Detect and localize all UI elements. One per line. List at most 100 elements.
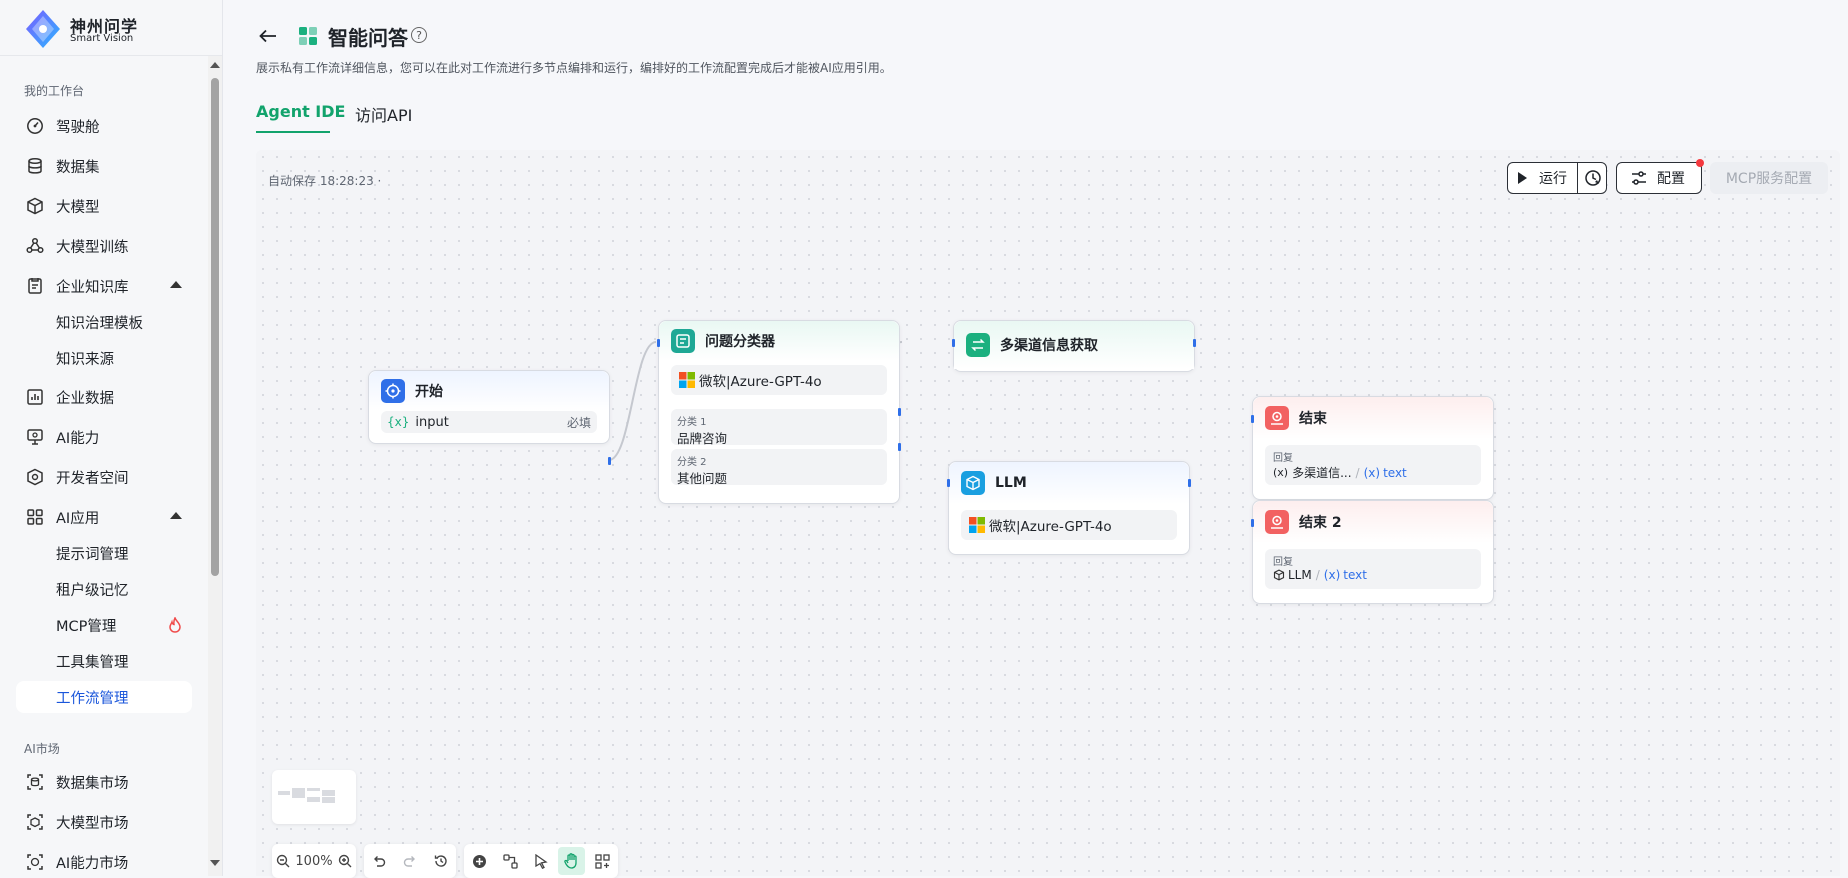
sidebar-item-enterprise-data[interactable]: 企业数据 xyxy=(16,381,192,413)
sidebar-item-knowledge-base[interactable]: 企业知识库 xyxy=(16,270,192,302)
play-icon xyxy=(1518,172,1527,184)
redo-button[interactable] xyxy=(397,847,424,875)
back-button[interactable] xyxy=(256,24,280,48)
sidebar-item-ai-apps[interactable]: AI应用 xyxy=(16,501,192,533)
class-2[interactable]: 分类 2 其他问题 xyxy=(671,449,887,486)
sidebar-scroll-thumb[interactable] xyxy=(211,78,219,576)
training-icon xyxy=(24,235,46,257)
sidebar-item-label: MCP管理 xyxy=(56,618,117,635)
tab-access-api[interactable]: 访问API xyxy=(355,102,412,126)
sidebar-item-dataset-market[interactable]: 数据集市场 xyxy=(16,766,192,798)
pointer-mode-button[interactable] xyxy=(528,847,555,875)
node-multi-channel-retrieval[interactable]: 多渠道信息获取 xyxy=(952,320,1196,372)
knowledge-icon xyxy=(24,275,46,297)
canvas-tools xyxy=(464,844,618,878)
reply-field[interactable]: 回复 LLM / (x) text xyxy=(1265,549,1481,589)
sidebar-item-tenant-memory[interactable]: 租户级记忆 xyxy=(16,573,192,605)
workflow-app-icon xyxy=(299,27,317,45)
class-1[interactable]: 分类 1 品牌咨询 xyxy=(671,409,887,446)
run-history-icon[interactable] xyxy=(1584,169,1602,187)
undo-button[interactable] xyxy=(366,847,393,875)
node-title: 问题分类器 xyxy=(705,334,775,350)
node-header: 多渠道信息获取 xyxy=(954,321,1194,369)
reply-field[interactable]: 回复 (x) 多渠道信... / (x) text xyxy=(1265,445,1481,485)
cube-icon xyxy=(1273,569,1285,581)
redo-icon xyxy=(403,856,415,867)
node-llm[interactable]: LLM 微软|Azure-GPT-4o xyxy=(947,461,1191,555)
node-title: LLM xyxy=(995,475,1027,491)
mcp-service-config-button[interactable]: MCP服务配置 xyxy=(1710,162,1828,194)
hand-mode-button[interactable] xyxy=(558,847,586,875)
organize-button[interactable] xyxy=(589,847,616,875)
sidebar-item-prompt-management[interactable]: 提示词管理 xyxy=(16,537,192,569)
minimap-preview xyxy=(278,788,335,803)
zoom-in-button[interactable] xyxy=(337,847,354,875)
autosave-status: 自动保存 18:28:23 · xyxy=(268,174,382,188)
page-description: 展示私有工作流详细信息，您可以在此对工作流进行多节点编排和运行，编排好的工作流配… xyxy=(256,61,892,75)
sidebar-item-cockpit[interactable]: 驾驶舱 xyxy=(16,110,192,142)
add-node-button[interactable] xyxy=(466,847,493,875)
sidebar-item-knowledge-template[interactable]: 知识治理模板 xyxy=(16,306,192,338)
ai-market-icon xyxy=(24,851,46,873)
sidebar-item-model[interactable]: 大模型 xyxy=(16,190,192,222)
sidebar-item-ai-market[interactable]: AI能力市场 xyxy=(16,846,192,876)
run-button[interactable]: 运行 xyxy=(1507,162,1607,194)
brand-subtitle: Smart Vision xyxy=(70,33,134,44)
sidebar-item-workflow-management[interactable]: 工作流管理 xyxy=(16,681,192,713)
sidebar-item-label: 企业知识库 xyxy=(56,279,129,296)
input-port[interactable] xyxy=(952,339,955,347)
output-port[interactable] xyxy=(1188,479,1191,487)
start-input-variable[interactable]: {x} input 必填 xyxy=(381,411,597,433)
layout-icon xyxy=(503,853,518,869)
zoom-out-icon xyxy=(276,854,290,868)
reply-variable: text xyxy=(1343,568,1367,582)
sidebar-item-model-training[interactable]: 大模型训练 xyxy=(16,230,192,262)
edge-start-classifier xyxy=(608,341,657,461)
auto-layout-button[interactable] xyxy=(497,847,524,875)
sidebar-item-model-market[interactable]: 大模型市场 xyxy=(16,806,192,838)
config-button[interactable]: 配置 xyxy=(1616,159,1704,194)
class-value: 品牌咨询 xyxy=(677,431,728,446)
sidebar-item-developer-space[interactable]: 开发者空间 xyxy=(16,461,192,493)
zoom-out-button[interactable] xyxy=(274,847,291,875)
zoom-level[interactable]: 100% xyxy=(295,854,332,869)
canvas-minimap[interactable] xyxy=(272,770,356,824)
microsoft-logo-icon xyxy=(969,517,985,533)
undo-icon xyxy=(374,856,386,867)
class-1-port[interactable] xyxy=(898,408,901,416)
cube-icon xyxy=(961,471,985,495)
sidebar: 神州问学 Smart Vision 我的工作台 驾驶舱 数据集 大模型 大模型训… xyxy=(0,0,223,876)
output-port[interactable] xyxy=(608,457,611,465)
node-question-classifier[interactable]: 问题分类器 微软|Azure-GPT-4o 分类 1 品牌咨询 分类 2 其他问… xyxy=(657,320,901,504)
input-port[interactable] xyxy=(947,479,950,487)
zoom-controls: 100% xyxy=(272,844,356,878)
scroll-down-icon[interactable] xyxy=(210,860,220,866)
node-start[interactable]: 开始 {x} input 必填 xyxy=(368,370,611,465)
sidebar-item-dataset[interactable]: 数据集 xyxy=(16,150,192,182)
model-selector[interactable]: 微软|Azure-GPT-4o xyxy=(961,510,1177,540)
collapse-caret-icon[interactable] xyxy=(170,281,182,288)
class-value: 其他问题 xyxy=(677,471,728,486)
model-selector[interactable]: 微软|Azure-GPT-4o xyxy=(671,365,887,395)
output-port[interactable] xyxy=(1193,339,1196,347)
notification-dot xyxy=(1696,159,1704,167)
collapse-caret-icon[interactable] xyxy=(170,512,182,519)
sidebar-item-ai-capability[interactable]: AI能力 xyxy=(16,421,192,453)
sidebar-item-knowledge-source[interactable]: 知识来源 xyxy=(16,342,192,374)
help-icon[interactable]: ? xyxy=(411,27,427,43)
node-header: LLM xyxy=(949,462,1189,504)
node-end-2[interactable]: 结束 2 回复 LLM / (x) text xyxy=(1251,500,1494,604)
node-end-1[interactable]: 结束 回复 (x) 多渠道信... / (x) text xyxy=(1251,396,1494,500)
variable-icon: (x) xyxy=(1363,465,1381,480)
sidebar-item-mcp-management[interactable]: MCP管理 xyxy=(16,609,192,641)
sidebar-item-toolset-management[interactable]: 工具集管理 xyxy=(16,645,192,677)
scroll-up-icon[interactable] xyxy=(210,62,220,68)
class-2-port[interactable] xyxy=(898,443,901,451)
tab-agent-ide[interactable]: Agent IDE xyxy=(256,102,345,121)
input-port[interactable] xyxy=(1251,519,1254,527)
brand-logo[interactable]: 神州问学 Smart Vision xyxy=(22,8,202,48)
version-history-button[interactable] xyxy=(427,847,454,875)
workflow-canvas[interactable]: 自动保存 18:28:23 · 运行 配置 MCP服务配置 开始 {x} inp… xyxy=(256,150,1840,878)
input-port[interactable] xyxy=(1251,415,1254,423)
input-port[interactable] xyxy=(657,339,660,347)
